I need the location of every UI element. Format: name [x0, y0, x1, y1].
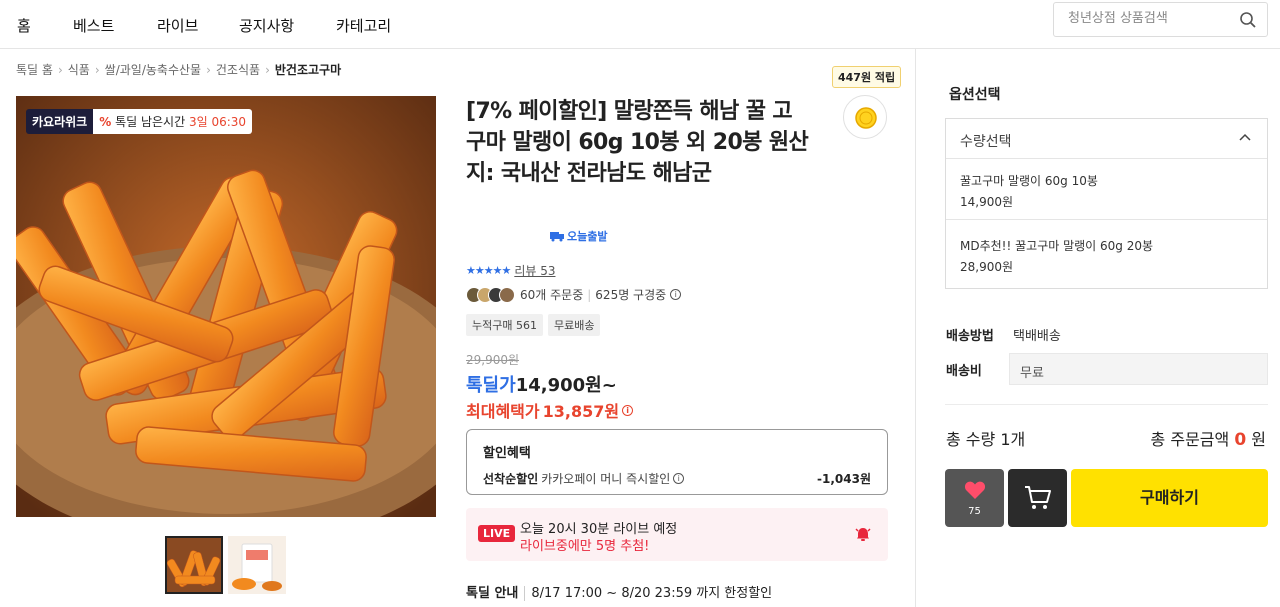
option-price: 28,900원 [960, 260, 1014, 274]
product-title: [7% 페이할인] 말랑쫀득 해남 꿀 고구마 말랭이 60g 10봉 외 20… [466, 99, 809, 186]
chevron-right-icon: › [206, 63, 211, 77]
notice-text: 8/17 17:00 ~ 8/20 23:59 까지 한정할인 [531, 586, 773, 601]
viewers-count: 625명 구경중 [595, 288, 667, 302]
percent-icon: % [99, 115, 112, 129]
column-divider [915, 49, 916, 607]
shipping-fee-value: 무료 [1020, 366, 1044, 381]
like-count: 75 [968, 506, 981, 517]
alarm-bell-icon[interactable] [854, 525, 872, 543]
discount-box: 할인혜택 선착순할인 카카오페이 머니 즉시할인 i -1,043원 [466, 429, 888, 495]
discount-amount: -1,043원 [817, 472, 871, 486]
option-name: 꿀고구마 말랭이 60g 10봉 [960, 174, 1098, 188]
quantity-select-label: 수량선택 [960, 134, 1012, 150]
total-amount-unit: 원 [1251, 430, 1266, 449]
max-price-label: 최대혜택가 [466, 402, 540, 421]
chevron-right-icon: › [265, 63, 270, 77]
coin-button[interactable] [843, 95, 887, 139]
buy-button[interactable]: 구매하기 [1071, 469, 1268, 527]
cart-button[interactable] [1008, 469, 1067, 527]
total-amount-label: 총 주문금액 [1150, 430, 1230, 449]
deal-notice: 톡딜 안내 8/17 17:00 ~ 8/20 23:59 까지 한정할인 [466, 582, 772, 601]
option-title: 옵션선택 [949, 87, 1001, 103]
points-badge: 447원 적립 [832, 66, 902, 88]
search-icon[interactable] [1239, 11, 1257, 29]
deal-price: 톡딜가14,900원~ [466, 371, 617, 397]
product-main-image: 카요라위크 % 톡딜 남은시간 3일 06:30 [16, 96, 436, 517]
top-nav: 홈 베스트 라이브 공지사항 카테고리 [0, 0, 1280, 49]
info-icon[interactable]: i [670, 289, 682, 300]
nav-live[interactable]: 라이브 [157, 15, 198, 36]
option-price: 14,900원 [960, 195, 1014, 209]
product-chips: 누적구매 561 무료배송 [466, 314, 601, 336]
thumbnail-2[interactable] [228, 536, 286, 594]
live-badge: LIVE [478, 525, 516, 542]
shipping-method-value: 택배배송 [1013, 329, 1061, 344]
divider: | [587, 287, 592, 302]
nav-category[interactable]: 카테고리 [336, 15, 391, 36]
thumbnail-1[interactable] [165, 536, 223, 594]
quantity-select-header[interactable]: 수량선택 [946, 119, 1267, 159]
total-amount: 총 주문금액 0 원 [1151, 426, 1266, 450]
rating: ★★★★★ 리뷰 53 [466, 262, 555, 279]
breadcrumb-item[interactable]: 쌀/과일/농축수산물 [105, 63, 201, 77]
nav-notice[interactable]: 공지사항 [239, 15, 294, 36]
notice-label: 톡딜 안내 [466, 586, 526, 601]
heart-icon [964, 481, 985, 499]
coin-icon [855, 107, 877, 129]
chevron-up-icon [1239, 133, 1251, 141]
buyer-avatars [466, 286, 515, 303]
like-button[interactable]: 75 [945, 469, 1004, 527]
today-shipping-tag: 오늘출발 [549, 228, 607, 244]
total-quantity: 총 수량 1개 [946, 430, 1026, 449]
shipping-method-label: 배송방법 [946, 329, 994, 344]
nav-home[interactable]: 홈 [17, 15, 31, 36]
option-name: MD추천!! 꿀고구마 말랭이 60g 20봉 [960, 239, 1154, 253]
brand-badge: 카요라위크 [26, 109, 94, 134]
option-select-box: 수량선택 꿀고구마 말랭이 60g 10봉 14,900원 MD추천!! 꿀고구… [945, 118, 1268, 289]
orders-count: 60개 주문중 [520, 288, 584, 302]
max-price-value: 13,857원 [542, 402, 620, 421]
info-icon[interactable]: i [622, 404, 634, 416]
order-stats: 60개 주문중 | 625명 구경중 i [466, 286, 682, 303]
star-rating-icon: ★★★★★ [466, 264, 511, 277]
breadcrumb-item[interactable]: 건조식품 [216, 63, 260, 77]
cumulative-purchase-chip: 누적구매 561 [466, 314, 543, 336]
breadcrumb-current[interactable]: 반건조고구마 [275, 63, 341, 77]
max-benefit-price: 최대혜택가 13,857원 i [466, 398, 634, 422]
breadcrumb: 톡딜 홈 › 식품 › 쌀/과일/농축수산물 › 건조식품 › 반건조고구마 [16, 61, 341, 78]
cart-icon [1025, 486, 1051, 509]
review-link[interactable]: 리뷰 53 [514, 262, 555, 279]
sweet-potato-image [16, 96, 436, 517]
option-item[interactable]: 꿀고구마 말랭이 60g 10봉 14,900원 [946, 160, 1267, 220]
search-input[interactable] [1068, 11, 1228, 26]
chevron-right-icon: › [57, 63, 63, 77]
free-shipping-chip: 무료배송 [547, 314, 601, 336]
deal-price-label: 톡딜가 [466, 375, 516, 396]
original-price: 29,900원 [466, 353, 520, 367]
shipping-fee-box: 무료 [1009, 353, 1268, 385]
chevron-right-icon: › [94, 63, 100, 77]
option-item[interactable]: MD추천!! 꿀고구마 말랭이 60g 20봉 28,900원 [946, 225, 1267, 285]
divider [945, 404, 1268, 405]
search-box [1053, 2, 1268, 37]
info-icon[interactable]: i [673, 473, 685, 484]
truck-icon [550, 232, 564, 242]
live-banner[interactable]: LIVE 오늘 20시 30분 라이브 예정 라이브중에만 5명 추첨! [466, 508, 888, 561]
discount-type: 선착순할인 [483, 472, 539, 486]
live-promo: 라이브중에만 5명 추첨! [520, 539, 650, 554]
discount-row: 선착순할인 카카오페이 머니 즉시할인 i [483, 470, 685, 487]
deal-price-value: 14,900원~ [515, 375, 617, 396]
breadcrumb-item[interactable]: 톡딜 홈 [16, 63, 53, 77]
timer-text: % 톡딜 남은시간 3일 06:30 [93, 109, 253, 134]
shipping-fee-label: 배송비 [946, 364, 982, 379]
discount-desc: 카카오페이 머니 즉시할인 [541, 472, 671, 486]
discount-heading: 할인혜택 [483, 446, 531, 461]
nav-best[interactable]: 베스트 [73, 15, 114, 36]
total-amount-value: 0 [1234, 430, 1247, 450]
deal-timer-badge: 카요라위크 % 톡딜 남은시간 3일 06:30 [26, 109, 253, 134]
breadcrumb-item[interactable]: 식품 [68, 63, 90, 77]
